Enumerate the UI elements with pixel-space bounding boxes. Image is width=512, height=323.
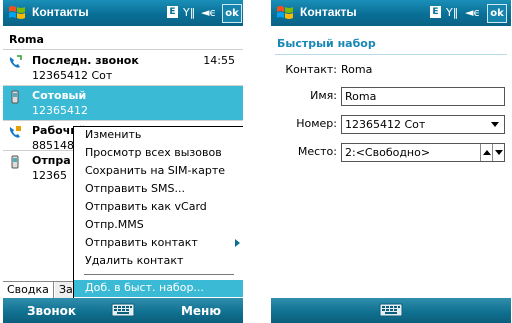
keyboard-icon[interactable] <box>111 303 135 317</box>
signal-icon[interactable]: Y‖ <box>446 6 458 19</box>
submenu-arrow-icon <box>235 239 240 247</box>
context-menu: Изменить Просмотр всех вызовов Сохранить… <box>73 126 243 300</box>
number-dropdown[interactable]: 12365412 Сот <box>341 115 505 134</box>
list-item-last-call[interactable]: Последн. звонок 14:55 12365412 Сот <box>3 51 243 85</box>
contact-value: Roma <box>341 63 373 76</box>
volume-icon[interactable]: ◄ϵ <box>201 6 216 19</box>
menu-item-send-contact[interactable]: Отправить контакт <box>74 235 243 252</box>
menu-item-view-calls[interactable]: Просмотр всех вызовов <box>74 145 243 162</box>
signal-icon[interactable]: Y‖ <box>183 6 195 19</box>
work-phone-icon <box>9 126 21 138</box>
name-field[interactable]: Roma <box>341 87 505 106</box>
menu-item-edit[interactable]: Изменить <box>74 127 243 144</box>
menu-item-send-vcard[interactable]: Отправить как vCard <box>74 199 243 216</box>
title-bar: Контакты E Y‖ ◄ϵ ok <box>3 0 243 26</box>
arrow-down-icon <box>495 150 503 155</box>
entry-sub: 12365412 Сот <box>32 69 113 82</box>
spin-up-button[interactable] <box>480 144 492 161</box>
speed-dial-screen: Контакты E Y‖ ◄ϵ ok Быстрый набор Контак… <box>271 0 511 323</box>
app-title: Контакты <box>32 5 89 19</box>
tab-summary[interactable]: Сводка <box>3 282 54 298</box>
divider <box>3 49 243 50</box>
softkey-bar: Звонок Меню <box>3 298 243 323</box>
entry-sub: 12365412 <box>32 104 88 117</box>
entry-name: Сотовый <box>32 89 87 102</box>
edge-indicator: E <box>430 6 441 18</box>
menu-item-add-speed-dial[interactable]: Доб. в быст. набор... <box>74 280 243 297</box>
entry-sub: 12365 <box>32 169 67 182</box>
contact-name: Roma <box>9 33 44 46</box>
keyboard-icon[interactable] <box>379 303 403 317</box>
windows-start-icon[interactable] <box>7 3 27 23</box>
chevron-down-icon <box>491 122 499 127</box>
mobile-phone-icon <box>11 155 19 169</box>
menu-item-send-mms[interactable]: Отпр.MMS <box>74 217 243 234</box>
mobile-phone-icon <box>11 90 19 104</box>
softkey-call[interactable]: Звонок <box>27 304 76 318</box>
volume-icon[interactable]: ◄ϵ <box>465 6 480 19</box>
ok-button[interactable]: ok <box>487 4 507 23</box>
app-title: Контакты <box>300 5 357 19</box>
arrow-up-icon <box>483 150 491 155</box>
name-field-value: Roma <box>345 90 377 103</box>
number-dropdown-value: 12365412 Сот <box>345 118 426 131</box>
entry-time: 14:55 <box>203 54 235 67</box>
name-label: Имя: <box>310 89 337 102</box>
softkey-menu[interactable]: Меню <box>181 304 221 318</box>
menu-item-save-sim[interactable]: Сохранить на SIM-карте <box>74 163 243 180</box>
menu-divider <box>84 274 234 275</box>
entry-name: Последн. звонок <box>32 54 139 67</box>
place-spinner-value: 2:<Свободно> <box>345 146 431 159</box>
entry-name: Отпра <box>32 154 71 167</box>
ok-button[interactable]: ok <box>222 4 242 23</box>
phone-call-icon <box>9 55 22 68</box>
place-label: Место: <box>297 145 337 158</box>
edge-indicator: E <box>167 6 178 18</box>
number-label: Номер: <box>296 117 337 130</box>
list-item-mobile[interactable]: Сотовый 12365412 <box>3 86 243 120</box>
softkey-bar <box>271 298 511 323</box>
contact-label: Контакт: <box>285 63 337 76</box>
place-spinner[interactable]: 2:<Свободно> <box>341 143 505 162</box>
spin-down-button[interactable] <box>492 144 504 161</box>
contacts-screen: Контакты E Y‖ ◄ϵ ok Roma Последн. звонок… <box>3 0 243 323</box>
title-underline <box>275 54 507 55</box>
windows-start-icon[interactable] <box>275 3 295 23</box>
page-title: Быстрый набор <box>277 37 376 50</box>
title-bar: Контакты E Y‖ ◄ϵ ok <box>271 0 511 26</box>
menu-item-delete-contact[interactable]: Удалить контакт <box>74 253 243 270</box>
menu-item-send-sms[interactable]: Отправить SMS... <box>74 181 243 198</box>
